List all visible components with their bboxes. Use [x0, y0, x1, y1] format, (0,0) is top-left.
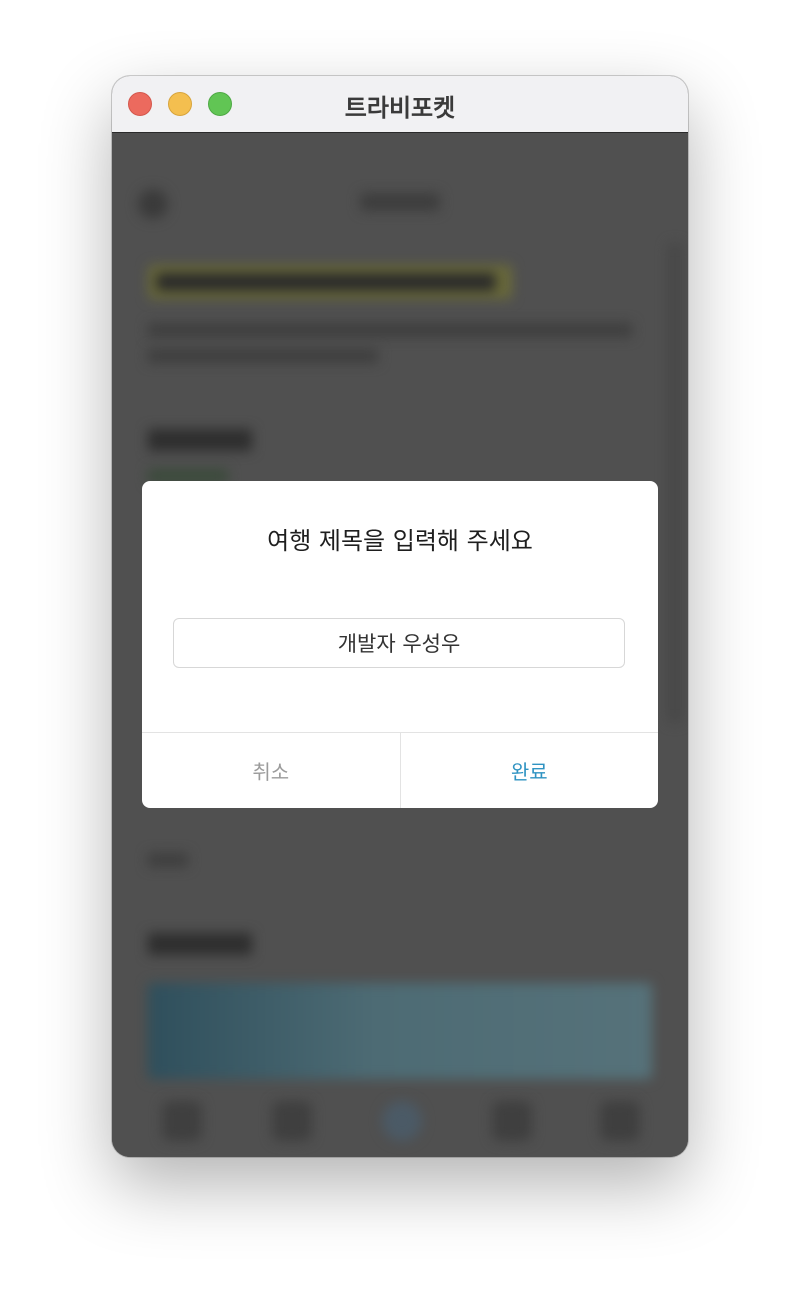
confirm-button[interactable]: 완료 [401, 733, 659, 808]
cancel-button[interactable]: 취소 [142, 733, 401, 808]
blurred-banner-image [148, 983, 652, 1079]
blurred-heading-text [156, 273, 496, 291]
blurred-tab-icon [272, 1101, 312, 1141]
dialog-title: 여행 제목을 입력해 주세요 [267, 527, 533, 555]
blurred-tab-icon [492, 1101, 532, 1141]
window-title: 트라비포켓 [344, 94, 456, 122]
blurred-tab-icon [600, 1101, 640, 1141]
blurred-description-line [148, 349, 378, 363]
title-bar: 트라비포켓 [112, 76, 688, 133]
blurred-tab-icon [162, 1101, 202, 1141]
blurred-section-heading [148, 429, 252, 451]
blurred-header [360, 193, 440, 211]
blurred-tab-icon [382, 1101, 422, 1141]
trip-title-dialog: 여행 제목을 입력해 주세요 취소 완료 [142, 481, 658, 808]
blurred-avatar-icon [138, 189, 168, 219]
app-window: 트라비포켓 여행 제목을 입력해 주세요 취소 완료 [112, 76, 688, 1157]
blurred-scrollbar [668, 243, 682, 723]
dialog-actions: 취소 완료 [142, 732, 658, 808]
dimmed-app-content: 여행 제목을 입력해 주세요 취소 완료 [112, 133, 688, 1157]
blurred-text [148, 853, 188, 867]
blurred-section-heading [148, 933, 252, 955]
blurred-description-line [148, 323, 632, 337]
trip-title-input[interactable] [173, 618, 625, 668]
